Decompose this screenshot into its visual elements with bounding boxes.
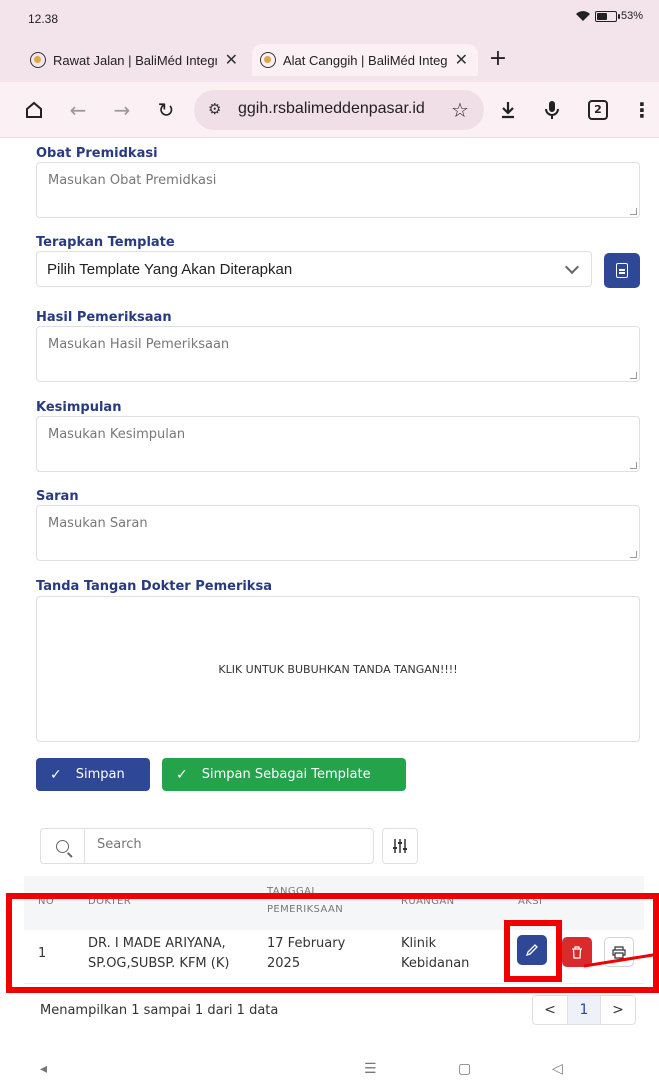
site-favicon-icon — [260, 52, 276, 68]
sliders-icon — [393, 839, 407, 853]
collapse-icon[interactable]: ◂ — [40, 1061, 47, 1077]
system-nav-bar: ◂ ☰ ▢ ◁ — [0, 1056, 659, 1086]
status-bar: 12.38 53% — [0, 0, 659, 36]
highlight-edit-box — [504, 920, 562, 982]
recents-icon[interactable]: ☰ — [364, 1061, 377, 1077]
next-page-button[interactable]: > — [601, 996, 635, 1024]
check-icon: ✓ — [50, 766, 62, 783]
search-icon — [56, 839, 69, 853]
resize-grip-icon[interactable] — [629, 551, 638, 558]
signature-prompt: KLIK UNTUK BUBUHKAN TANDA TANGAN!!!! — [218, 662, 458, 676]
search-box — [40, 828, 374, 864]
apply-template-button[interactable] — [604, 253, 640, 288]
tab-close-icon[interactable]: ✕ — [223, 50, 240, 70]
saran-input[interactable]: Masukan Saran — [36, 505, 640, 561]
save-as-template-button[interactable]: ✓ Simpan Sebagai Template — [162, 758, 406, 791]
signature-pad[interactable]: KLIK UNTUK BUBUHKAN TANDA TANGAN!!!! — [36, 596, 640, 742]
hasil-input[interactable]: Masukan Hasil Pemeriksaan — [36, 326, 640, 382]
tab-switcher-button[interactable]: 2 — [588, 100, 608, 120]
battery-level — [596, 12, 607, 20]
save-as-template-label: Simpan Sebagai Template — [201, 767, 371, 782]
kesimpulan-placeholder: Masukan Kesimpulan — [48, 427, 186, 442]
hasil-placeholder: Masukan Hasil Pemeriksaan — [48, 337, 230, 352]
saran-label: Saran — [36, 489, 79, 504]
microphone-icon[interactable] — [538, 96, 566, 124]
tab-alat-canggih[interactable]: Alat Canggih | BaliMéd Integ ✕ — [252, 44, 478, 76]
column-filter-button[interactable] — [382, 828, 418, 864]
pagination: < 1 > — [532, 995, 636, 1025]
browser-toolbar: ← → ↻ ⚙ ggih.rsbalimeddenpasar.id ☆ 2 ⋮ — [0, 82, 659, 138]
tab-strip: Rawat Jalan | BaliMéd Integr ✕ Alat Cang… — [0, 36, 659, 82]
reload-icon[interactable]: ↻ — [152, 96, 180, 124]
annotation-line — [584, 952, 659, 968]
site-settings-icon[interactable]: ⚙ — [208, 100, 221, 118]
prev-page-button[interactable]: < — [533, 996, 567, 1024]
search-icon-cell — [41, 829, 85, 863]
back-nav-icon[interactable]: ◁ — [552, 1061, 563, 1077]
resize-grip-icon[interactable] — [629, 208, 638, 215]
home-nav-icon[interactable]: ▢ — [458, 1061, 471, 1077]
hasil-label: Hasil Pemeriksaan — [36, 310, 172, 325]
more-menu-icon[interactable]: ⋮ — [628, 96, 656, 124]
obat-label: Obat Premidkasi — [36, 146, 158, 161]
download-icon[interactable] — [494, 96, 522, 124]
tab-title: Rawat Jalan | BaliMéd Integr — [53, 52, 217, 68]
template-label: Terapkan Template — [36, 235, 175, 250]
battery-percent: 53% — [620, 10, 643, 22]
home-icon[interactable] — [20, 96, 48, 124]
signature-label: Tanda Tangan Dokter Pemeriksa — [36, 579, 272, 594]
save-button-label: Simpan — [75, 767, 125, 782]
obat-input[interactable]: Masukan Obat Premidkasi — [36, 162, 640, 218]
wifi-icon — [575, 11, 590, 21]
template-selected-value: Pilih Template Yang Akan Diterapkan — [47, 260, 293, 278]
saran-placeholder: Masukan Saran — [48, 516, 148, 531]
table-info: Menampilkan 1 sampai 1 dari 1 data — [40, 1003, 279, 1018]
new-tab-button[interactable]: + — [486, 46, 510, 71]
tab-close-icon[interactable]: ✕ — [453, 50, 470, 70]
kesimpulan-input[interactable]: Masukan Kesimpulan — [36, 416, 640, 472]
status-time: 12.38 — [28, 12, 59, 26]
tab-rawat-jalan[interactable]: Rawat Jalan | BaliMéd Integr ✕ — [22, 44, 248, 76]
status-icons: 53% — [575, 10, 643, 22]
check-icon: ✓ — [176, 766, 188, 783]
resize-grip-icon[interactable] — [629, 372, 638, 379]
forward-icon[interactable]: → — [108, 96, 136, 124]
search-input[interactable] — [97, 837, 357, 852]
page-1-button[interactable]: 1 — [567, 996, 601, 1024]
back-icon[interactable]: ← — [64, 96, 92, 124]
document-icon — [616, 263, 628, 278]
template-select[interactable]: Pilih Template Yang Akan Diterapkan — [36, 251, 592, 287]
obat-placeholder: Masukan Obat Premidkasi — [48, 173, 217, 188]
site-favicon-icon — [30, 52, 46, 68]
address-bar[interactable]: ⚙ ggih.rsbalimeddenpasar.id — [194, 90, 484, 130]
save-button[interactable]: ✓ Simpan — [36, 758, 150, 791]
url-text: ggih.rsbalimeddenpasar.id — [238, 100, 425, 117]
resize-grip-icon[interactable] — [629, 462, 638, 469]
tab-title: Alat Canggih | BaliMéd Integ — [283, 52, 447, 68]
bookmark-star-icon[interactable]: ☆ — [446, 96, 474, 124]
battery-icon — [594, 10, 620, 22]
chevron-down-icon — [564, 259, 580, 275]
kesimpulan-label: Kesimpulan — [36, 400, 122, 415]
